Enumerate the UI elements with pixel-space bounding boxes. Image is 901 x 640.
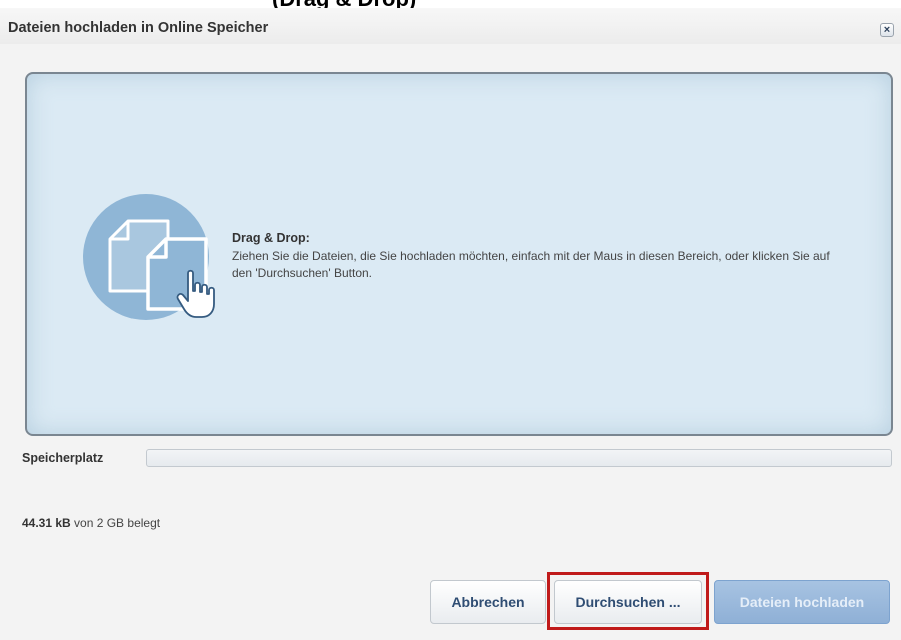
storage-progress-bar [146,449,892,467]
storage-used-rest: von 2 GB belegt [70,516,161,530]
dialog-title-bar: Dateien hochladen in Online Speicher × [0,8,901,44]
upload-dialog: Dateien hochladen in Online Speicher × D… [0,8,901,640]
drop-zone-instructions: Ziehen Sie die Dateien, die Sie hochlade… [232,249,830,280]
upload-files-button[interactable]: Dateien hochladen [714,580,890,624]
documents-drag-hand-icon [83,194,215,320]
close-icon[interactable]: × [880,23,894,37]
cropped-heading-text: (Drag & Drop) [272,0,416,8]
storage-usage: 44.31 kB von 2 GB belegt [22,516,160,530]
dialog-title: Dateien hochladen in Online Speicher [8,20,269,36]
drop-zone-title: Drag & Drop: [232,231,310,245]
drop-zone[interactable]: Drag & Drop: Ziehen Sie die Dateien, die… [25,72,893,436]
storage-used-amount: 44.31 kB [22,516,71,530]
browse-button[interactable]: Durchsuchen ... [554,580,702,624]
cancel-button[interactable]: Abbrechen [430,580,546,624]
cropped-heading: (Drag & Drop) [0,0,901,8]
storage-label: Speicherplatz [22,451,104,465]
